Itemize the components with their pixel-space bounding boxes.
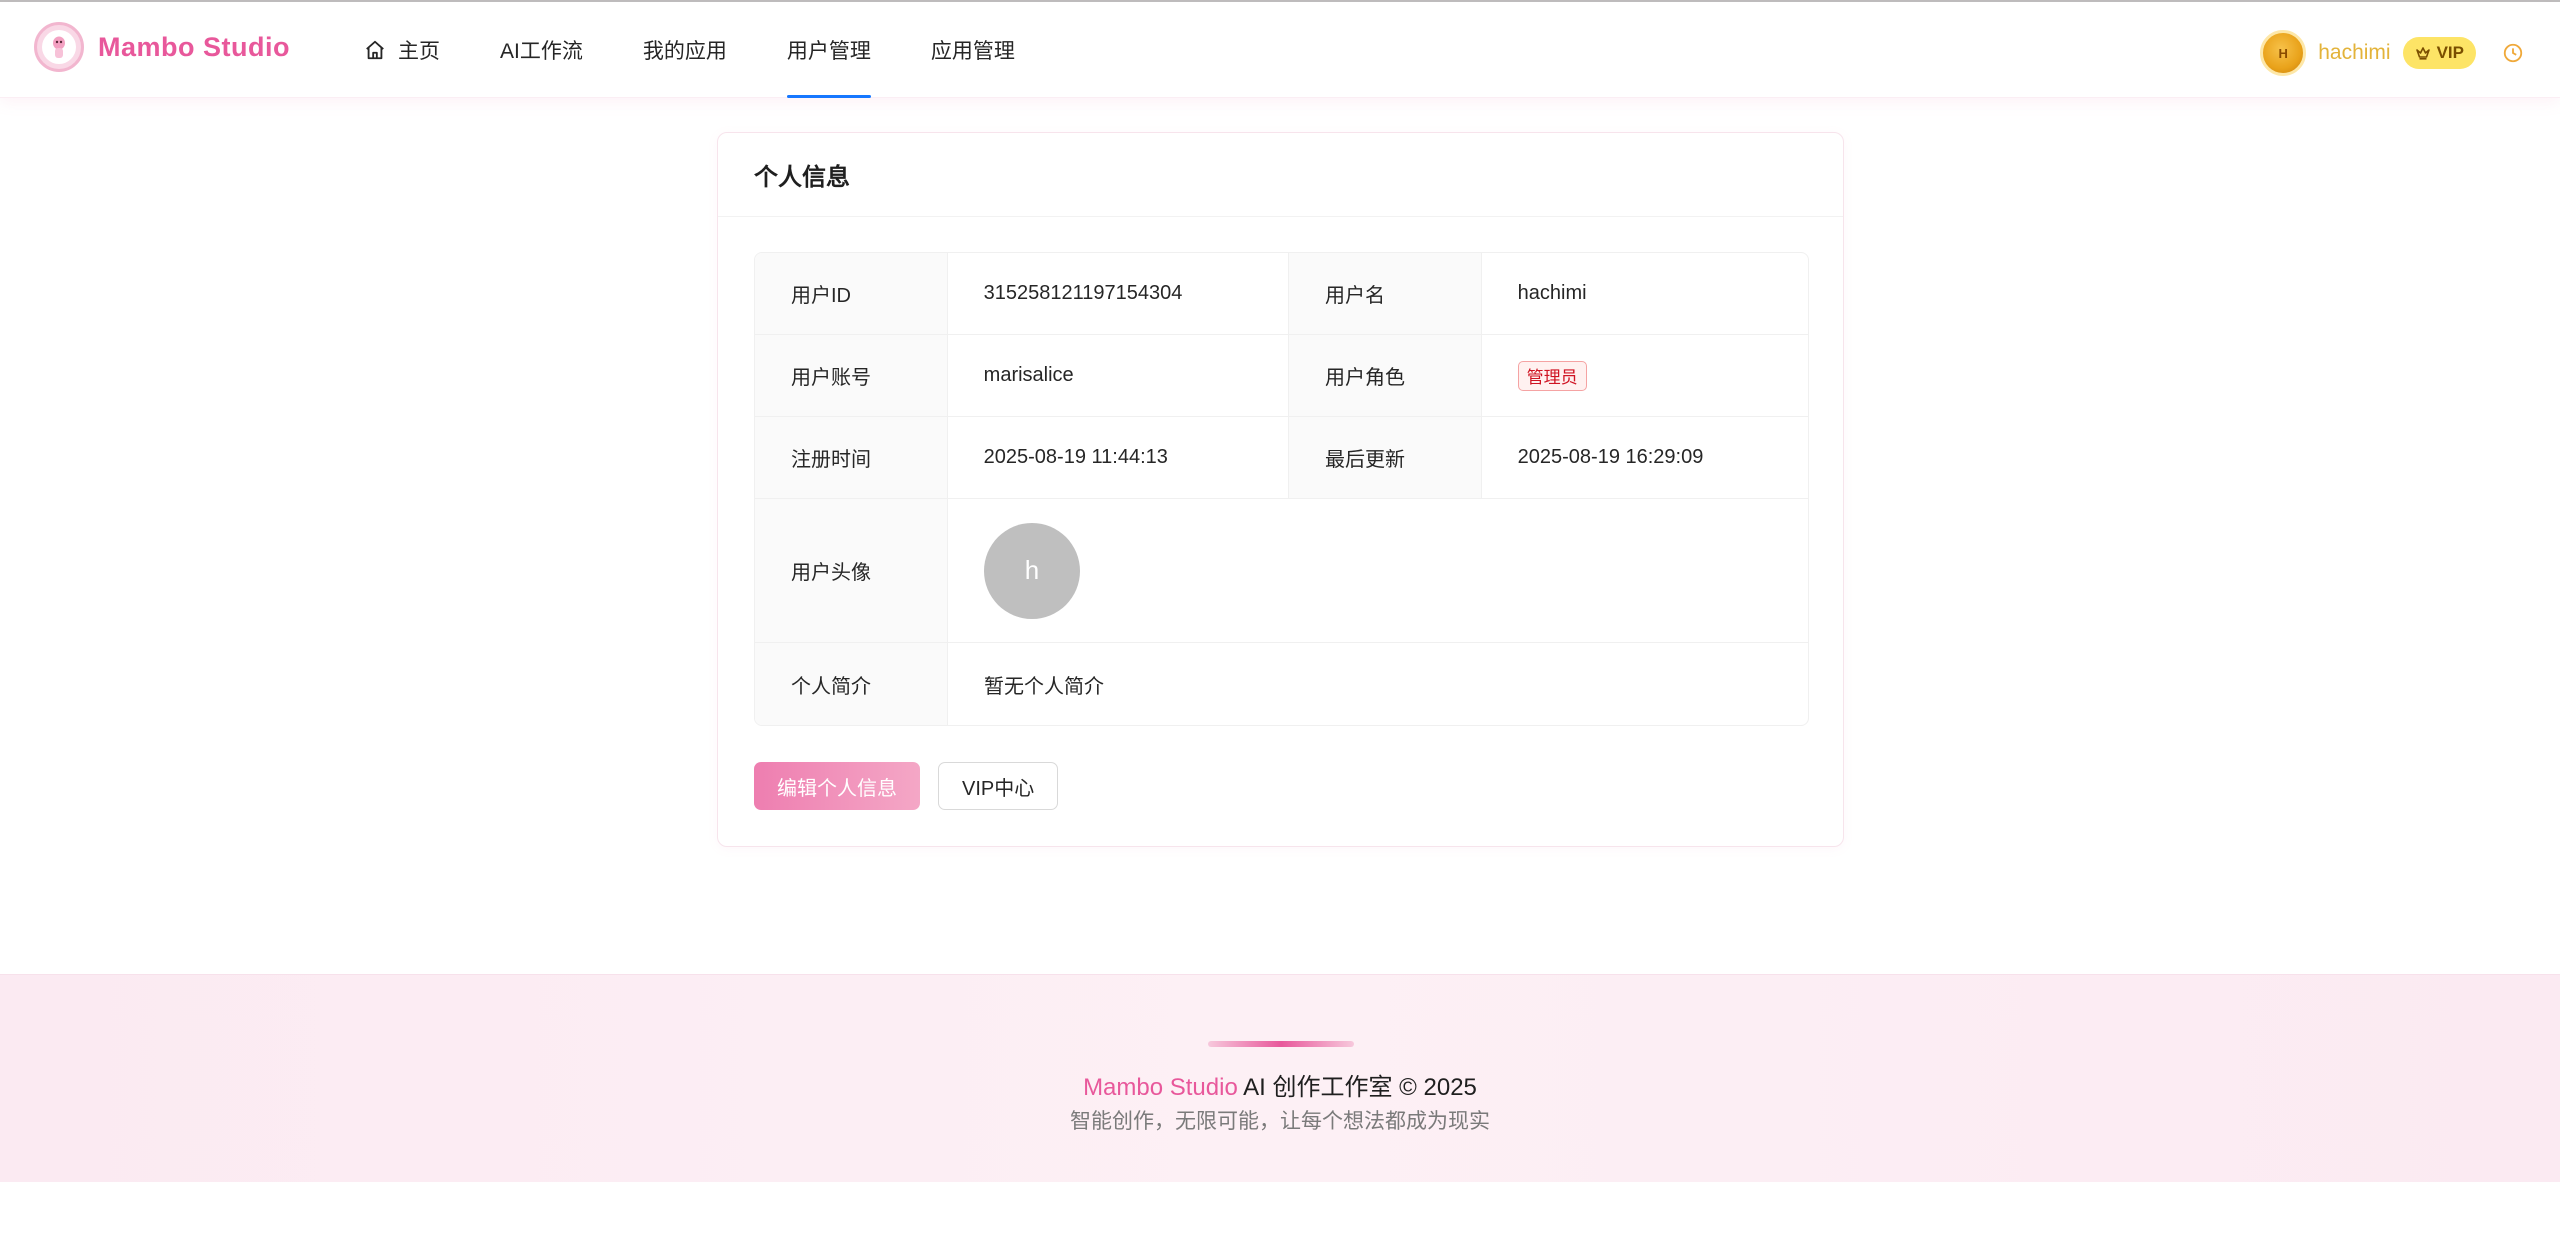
footer-copyright-text: AI 创作工作室 © 2025 bbox=[1237, 1074, 1477, 1101]
footer-brand: Mambo Studio bbox=[1083, 1074, 1238, 1101]
user-id-label: 用户ID bbox=[755, 253, 948, 334]
footer-divider bbox=[1208, 1041, 1354, 1047]
bio-value: 暂无个人简介 bbox=[984, 675, 1104, 698]
vip-center-button[interactable]: VIP中心 bbox=[938, 762, 1059, 810]
avatar-cell: h bbox=[948, 499, 1808, 642]
home-icon bbox=[364, 39, 386, 61]
page-footer: Mambo Studio AI 创作工作室 © 2025 智能创作，无限可能，让… bbox=[0, 974, 2560, 1182]
account-value: marisalice bbox=[948, 335, 1289, 416]
role-cell: 管理员 bbox=[1482, 335, 1808, 416]
nav-item-label: AI工作流 bbox=[500, 40, 583, 63]
profile-row: 用户账号 marisalice 用户角色 管理员 bbox=[755, 335, 1808, 417]
header-username[interactable]: hachimi bbox=[2318, 41, 2390, 65]
profile-row: 用户ID 315258121197154304 用户名 hachimi bbox=[755, 253, 1808, 335]
nav-item-home[interactable]: 主页 bbox=[364, 2, 440, 98]
profile-descriptions: 用户ID 315258121197154304 用户名 hachimi 用户账号… bbox=[754, 252, 1809, 726]
footer-copyright: Mambo Studio AI 创作工作室 © 2025 bbox=[0, 1067, 2560, 1102]
nav-item-label: 用户管理 bbox=[786, 40, 871, 63]
username-label: 用户名 bbox=[1288, 253, 1482, 334]
avatar-initial: H bbox=[2278, 45, 2288, 61]
top-navbar: Mambo Studio 主页 AI工作流 我的应用 用户管理 应用管理 H h… bbox=[0, 2, 2560, 98]
updated-time-value: 2025-08-19 16:29:09 bbox=[1517, 446, 1704, 468]
nav-item-my-apps[interactable]: 我的应用 bbox=[643, 2, 727, 98]
user-avatar: h bbox=[984, 522, 1080, 619]
bio-label: 个人简介 bbox=[755, 643, 948, 725]
username-value: hachimi bbox=[1517, 282, 1587, 304]
profile-row: 注册时间 2025-08-19 11:44:13 最后更新 2025-08-19… bbox=[755, 417, 1808, 499]
profile-actions: 编辑个人信息 VIP中心 bbox=[754, 762, 1059, 810]
nav-item-label: 我的应用 bbox=[642, 40, 727, 63]
register-time-value: 2025-08-19 11:44:13 bbox=[948, 417, 1289, 498]
role-label: 用户角色 bbox=[1288, 335, 1482, 416]
profile-card: 个人信息 用户ID 315258121197154304 用户名 hachimi… bbox=[717, 132, 1844, 847]
profile-row: 用户头像 h bbox=[755, 499, 1808, 643]
user-menu[interactable]: H hachimi VIP bbox=[2260, 30, 2524, 76]
profile-row: 个人简介 暂无个人简介 bbox=[755, 643, 1808, 725]
card-title: 个人信息 bbox=[718, 133, 1843, 217]
user-id-value: 315258121197154304 bbox=[948, 253, 1289, 334]
nav-item-app-management[interactable]: 应用管理 bbox=[931, 2, 1015, 98]
brand-logo[interactable]: Mambo Studio bbox=[34, 22, 290, 72]
avatar[interactable]: H bbox=[2260, 30, 2307, 76]
footer-tagline: 智能创作，无限可能，让每个想法都成为现实 bbox=[1070, 1110, 1490, 1133]
brand-name: Mambo Studio bbox=[98, 31, 290, 62]
role-tag: 管理员 bbox=[1517, 360, 1587, 391]
nav-item-ai-workflow[interactable]: AI工作流 bbox=[500, 2, 583, 98]
avatar-label: 用户头像 bbox=[755, 499, 948, 642]
nav-item-label: 应用管理 bbox=[930, 40, 1015, 63]
nav-item-user-management[interactable]: 用户管理 bbox=[786, 2, 871, 98]
edit-profile-button[interactable]: 编辑个人信息 bbox=[754, 762, 920, 810]
vip-label: VIP bbox=[2436, 43, 2464, 62]
nav-item-label: 主页 bbox=[398, 40, 440, 63]
account-label: 用户账号 bbox=[755, 335, 948, 416]
user-avatar-initial: h bbox=[1024, 555, 1040, 585]
updated-time-label: 最后更新 bbox=[1288, 417, 1482, 498]
register-time-label: 注册时间 bbox=[755, 417, 948, 498]
logo-icon bbox=[34, 22, 84, 72]
vip-badge[interactable]: VIP bbox=[2402, 37, 2476, 69]
crown-icon bbox=[2415, 46, 2431, 60]
clock-icon[interactable] bbox=[2502, 42, 2524, 64]
main-nav: 主页 AI工作流 我的应用 用户管理 应用管理 bbox=[364, 2, 1075, 98]
